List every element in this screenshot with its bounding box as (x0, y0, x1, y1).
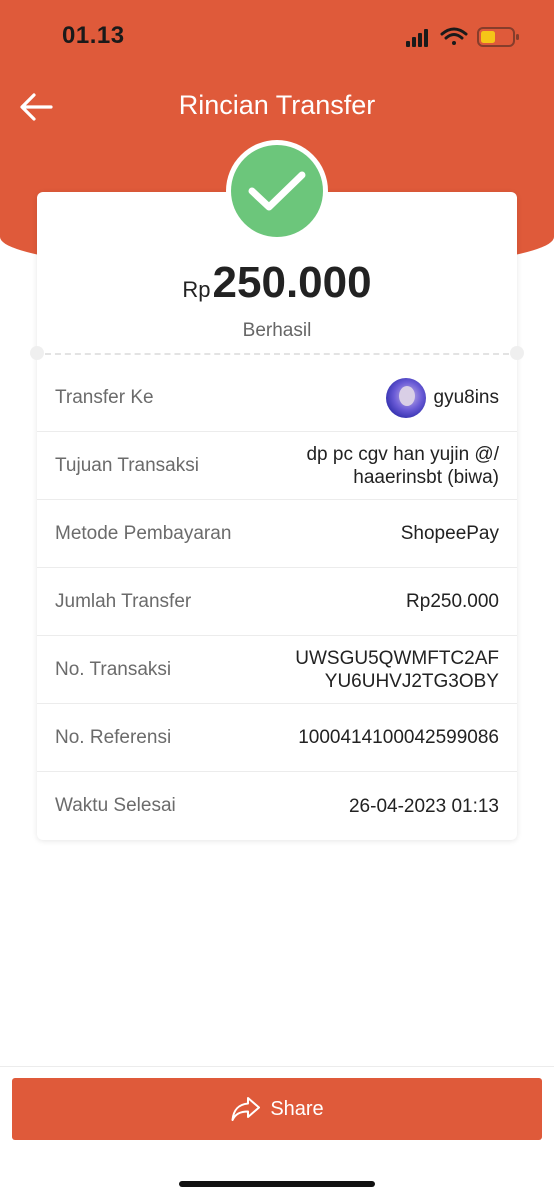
recipient[interactable]: gyu8ins (385, 377, 500, 418)
row-label: No. Referensi (55, 726, 172, 748)
amount-currency: Rp (182, 277, 211, 302)
purpose-value-line2: haaerinsbt (biwa) (353, 466, 499, 488)
detail-row-purpose: Tujuan Transaksi dp pc cgv han yujin @/ … (37, 432, 517, 500)
status-bar: 01.13 (0, 0, 554, 76)
completed-time-value: 26-04-2023 01:13 (348, 795, 499, 817)
status-time: 01.13 (62, 22, 125, 49)
row-label: Transfer Ke (55, 386, 154, 408)
page-title: Rincian Transfer (178, 90, 376, 120)
row-label: Metode Pembayaran (55, 522, 232, 544)
card-notch-right (510, 346, 524, 360)
row-label: No. Transaksi (55, 658, 172, 680)
transfer-detail-screen: 01.13 Rincian Transfer Rp250.000 Berhasi… (0, 0, 554, 1200)
payment-method-value: ShopeePay (400, 523, 499, 544)
row-label: Tujuan Transaksi (55, 454, 199, 476)
recipient-name: gyu8ins (433, 387, 500, 408)
transfer-amount-value: Rp250.000 (406, 591, 499, 612)
amount-value: 250.000 (212, 258, 372, 307)
check-icon (248, 171, 306, 211)
purpose-value: dp pc cgv han yujin @/ haaerinsbt (biwa) (306, 443, 499, 489)
cellular-signal-icon (406, 29, 428, 47)
transaction-no-line1: UWSGU5QWMFTC2AF (295, 647, 499, 669)
amount-display: Rp250.000 (37, 258, 517, 308)
status-icons (406, 27, 519, 47)
transaction-no-line2: YU6UHVJ2TG3OBY (324, 670, 499, 692)
detail-row-completed-time: Waktu Selesai 26-04-2023 01:13 (37, 772, 517, 840)
share-button[interactable]: Share (12, 1078, 542, 1140)
detail-row-transfer-to: Transfer Ke gyu8ins (37, 364, 517, 432)
wifi-icon (440, 27, 468, 45)
reference-no-value[interactable]: 1000414100042599086 (298, 726, 499, 749)
row-label: Jumlah Transfer (55, 590, 192, 612)
row-label: Waktu Selesai (55, 795, 176, 816)
success-badge (226, 140, 328, 242)
battery-icon (477, 27, 519, 47)
purpose-value-line1: dp pc cgv han yujin @/ (306, 443, 499, 465)
share-label: Share (270, 1097, 324, 1120)
detail-list: Transfer Ke gyu8ins Tujuan Transaksi dp … (37, 364, 517, 840)
avatar (385, 377, 426, 418)
transfer-status: Berhasil (242, 320, 312, 341)
detail-row-payment-method: Metode Pembayaran ShopeePay (37, 500, 517, 568)
transaction-no-value[interactable]: UWSGU5QWMFTC2AF YU6UHVJ2TG3OBY (295, 647, 499, 693)
share-icon (231, 1097, 261, 1121)
card-notch-left (30, 346, 44, 360)
detail-row-reference-no: No. Referensi 1000414100042599086 (37, 704, 517, 772)
home-indicator (179, 1181, 375, 1187)
dashed-divider (45, 353, 509, 355)
detail-row-transfer-amount: Jumlah Transfer Rp250.000 (37, 568, 517, 636)
detail-row-transaction-no: No. Transaksi UWSGU5QWMFTC2AF YU6UHVJ2TG… (37, 636, 517, 704)
bottom-divider (0, 1066, 554, 1067)
